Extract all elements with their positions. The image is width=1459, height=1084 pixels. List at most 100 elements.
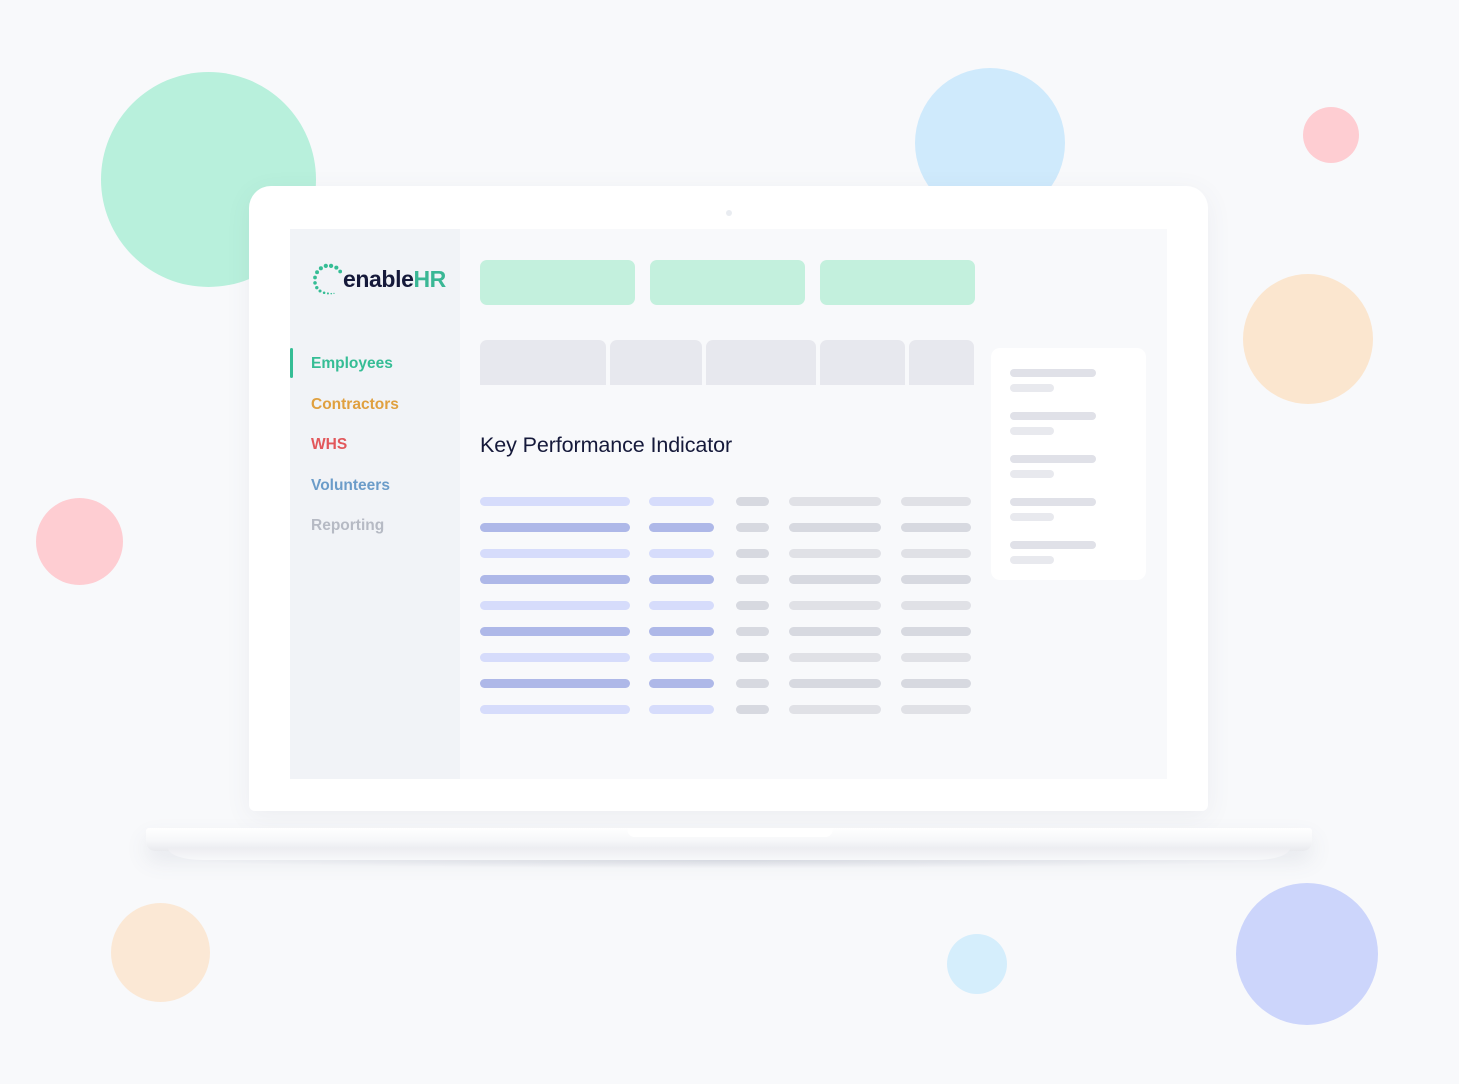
table-row[interactable] bbox=[480, 627, 1167, 636]
row-cell-5 bbox=[901, 523, 971, 532]
laptop-base-notch bbox=[627, 828, 832, 837]
sidebar-item-label: Reporting bbox=[311, 517, 385, 535]
sidebar-nav: Employees Contractors WHS Volunteers Rep… bbox=[290, 344, 460, 547]
row-cell-1 bbox=[480, 679, 630, 688]
sidebar-item-contractors[interactable]: Contractors bbox=[290, 385, 460, 426]
sidebar: enableHR Employees Contractors WHS Volun… bbox=[290, 229, 460, 779]
panel-line-secondary bbox=[1010, 513, 1054, 521]
logo-text-accent: HR bbox=[413, 265, 446, 292]
panel-item-5[interactable] bbox=[1010, 541, 1127, 564]
row-cell-5 bbox=[901, 497, 971, 506]
row-cell-1 bbox=[480, 653, 630, 662]
panel-line-primary bbox=[1010, 541, 1096, 549]
active-indicator-bar bbox=[290, 389, 293, 419]
row-cell-5 bbox=[901, 627, 971, 636]
row-cell-2 bbox=[649, 549, 714, 558]
row-cell-4 bbox=[789, 601, 881, 610]
side-panel bbox=[991, 348, 1146, 580]
row-cell-1 bbox=[480, 549, 630, 558]
app-logo[interactable]: enableHR bbox=[290, 262, 460, 296]
active-indicator-bar bbox=[290, 470, 293, 500]
sidebar-item-label: Volunteers bbox=[311, 476, 390, 494]
sidebar-item-employees[interactable]: Employees bbox=[290, 344, 460, 385]
row-cell-5 bbox=[901, 679, 971, 688]
row-cell-5 bbox=[901, 601, 971, 610]
row-cell-4 bbox=[789, 705, 881, 714]
row-cell-3 bbox=[736, 549, 769, 558]
panel-line-primary bbox=[1010, 455, 1096, 463]
row-cell-1 bbox=[480, 601, 630, 610]
active-indicator-bar bbox=[290, 510, 293, 540]
row-cell-3 bbox=[736, 575, 769, 584]
sidebar-item-label: WHS bbox=[311, 436, 348, 454]
panel-line-secondary bbox=[1010, 427, 1054, 435]
row-cell-1 bbox=[480, 705, 630, 714]
tab-placeholder-1[interactable] bbox=[480, 340, 606, 385]
logo-text-primary: enable bbox=[343, 265, 414, 292]
panel-item-2[interactable] bbox=[1010, 412, 1127, 435]
row-cell-2 bbox=[649, 653, 714, 662]
row-cell-2 bbox=[649, 627, 714, 636]
panel-line-secondary bbox=[1010, 556, 1054, 564]
row-cell-3 bbox=[736, 653, 769, 662]
summary-card-1[interactable] bbox=[480, 260, 635, 305]
row-cell-2 bbox=[649, 705, 714, 714]
main-content: Key Performance Indicator bbox=[460, 229, 1167, 779]
row-cell-3 bbox=[736, 497, 769, 506]
table-row[interactable] bbox=[480, 601, 1167, 610]
row-cell-2 bbox=[649, 523, 714, 532]
row-cell-3 bbox=[736, 679, 769, 688]
panel-line-secondary bbox=[1010, 384, 1054, 392]
active-indicator-bar bbox=[290, 429, 293, 459]
row-cell-3 bbox=[736, 601, 769, 610]
row-cell-5 bbox=[901, 575, 971, 584]
panel-item-3[interactable] bbox=[1010, 455, 1127, 478]
row-cell-5 bbox=[901, 705, 971, 714]
panel-line-primary bbox=[1010, 369, 1096, 377]
tab-placeholder-5[interactable] bbox=[909, 340, 974, 385]
summary-cards-row bbox=[460, 260, 1167, 305]
table-row[interactable] bbox=[480, 653, 1167, 662]
summary-card-2[interactable] bbox=[650, 260, 805, 305]
panel-item-4[interactable] bbox=[1010, 498, 1127, 521]
table-row[interactable] bbox=[480, 679, 1167, 688]
camera-dot-icon bbox=[725, 210, 732, 216]
row-cell-1 bbox=[480, 575, 630, 584]
table-row[interactable] bbox=[480, 705, 1167, 714]
row-cell-4 bbox=[789, 549, 881, 558]
tab-placeholder-4[interactable] bbox=[820, 340, 905, 385]
row-cell-3 bbox=[736, 705, 769, 714]
summary-card-3[interactable] bbox=[820, 260, 975, 305]
row-cell-2 bbox=[649, 679, 714, 688]
panel-line-secondary bbox=[1010, 470, 1054, 478]
sidebar-item-label: Contractors bbox=[311, 395, 399, 413]
row-cell-2 bbox=[649, 575, 714, 584]
row-cell-4 bbox=[789, 653, 881, 662]
row-cell-1 bbox=[480, 523, 630, 532]
row-cell-3 bbox=[736, 627, 769, 636]
row-cell-4 bbox=[789, 523, 881, 532]
row-cell-5 bbox=[901, 549, 971, 558]
panel-line-primary bbox=[1010, 412, 1096, 420]
enablehr-dotted-arc-icon bbox=[313, 263, 343, 295]
panel-item-1[interactable] bbox=[1010, 369, 1127, 392]
tab-placeholder-2[interactable] bbox=[610, 340, 702, 385]
row-cell-5 bbox=[901, 653, 971, 662]
row-cell-3 bbox=[736, 523, 769, 532]
row-cell-1 bbox=[480, 627, 630, 636]
row-cell-4 bbox=[789, 575, 881, 584]
logo-wordmark: enableHR bbox=[343, 265, 446, 292]
active-indicator-bar bbox=[290, 348, 293, 378]
row-cell-2 bbox=[649, 601, 714, 610]
sidebar-item-label: Employees bbox=[311, 355, 393, 372]
sidebar-item-reporting[interactable]: Reporting bbox=[290, 506, 460, 547]
page-stage: enableHR Employees Contractors WHS Volun… bbox=[0, 0, 1459, 1084]
row-cell-1 bbox=[480, 497, 630, 506]
panel-line-primary bbox=[1010, 498, 1096, 506]
app-screen: enableHR Employees Contractors WHS Volun… bbox=[290, 229, 1167, 779]
sidebar-item-volunteers[interactable]: Volunteers bbox=[290, 466, 460, 507]
row-cell-4 bbox=[789, 627, 881, 636]
tab-placeholder-3[interactable] bbox=[706, 340, 816, 385]
row-cell-4 bbox=[789, 497, 881, 506]
sidebar-item-whs[interactable]: WHS bbox=[290, 425, 460, 466]
